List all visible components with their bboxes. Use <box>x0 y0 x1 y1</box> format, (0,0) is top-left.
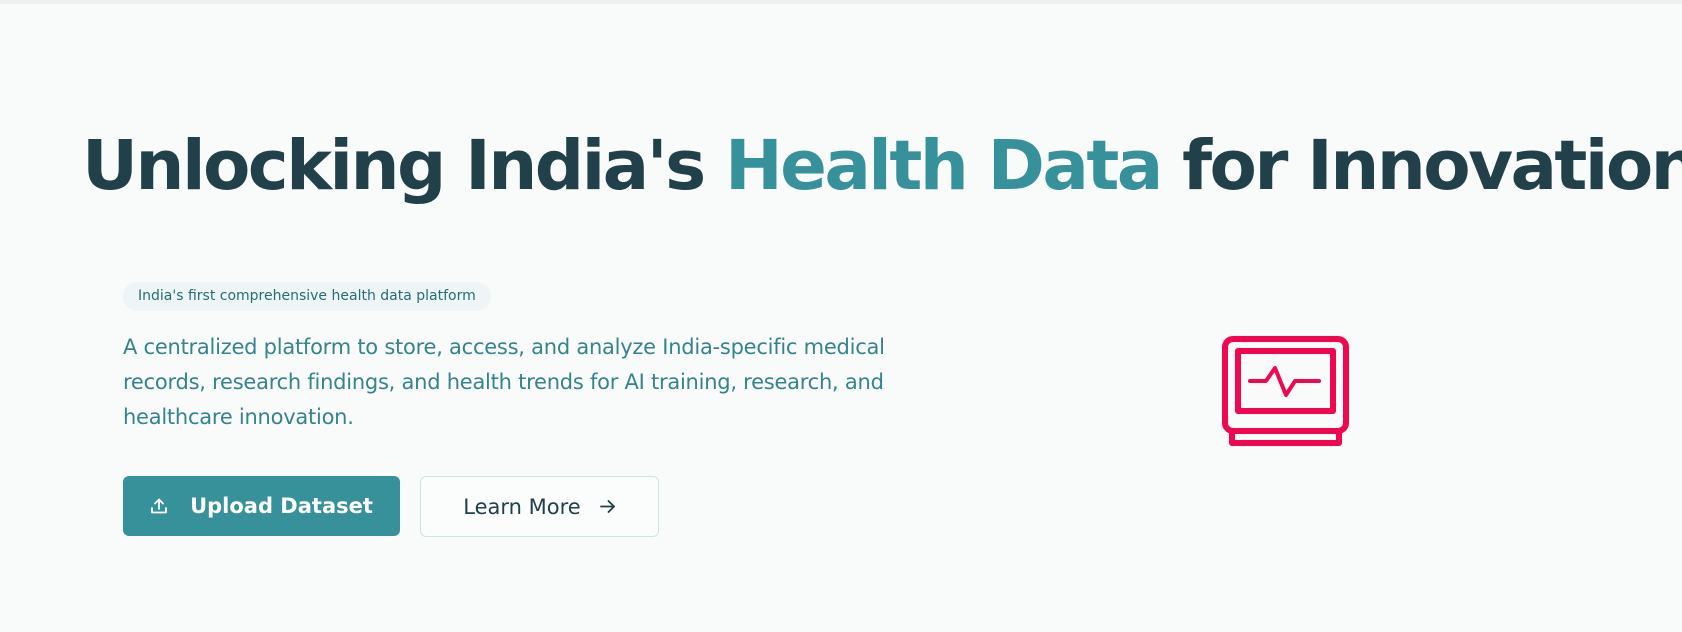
top-strip <box>0 0 1682 4</box>
hero-title-accent: Health Data <box>725 126 1163 206</box>
hero-title-part2: for Innovation <box>1160 126 1682 206</box>
platform-badge: India's first comprehensive health data … <box>123 282 491 311</box>
heart-monitor-icon <box>1222 336 1349 446</box>
learn-more-button[interactable]: Learn More <box>420 476 659 537</box>
learn-more-label: Learn More <box>463 494 581 519</box>
upload-dataset-button[interactable]: Upload Dataset <box>123 476 400 536</box>
hero-title-part1: Unlocking India's <box>82 126 725 206</box>
arrow-right-icon <box>599 498 616 515</box>
upload-dataset-label: Upload Dataset <box>190 494 373 518</box>
hero-description: A centralized platform to store, access,… <box>123 335 885 429</box>
upload-icon <box>150 497 168 515</box>
hero-title: Unlocking India's Health Data for Innova… <box>82 118 1682 214</box>
